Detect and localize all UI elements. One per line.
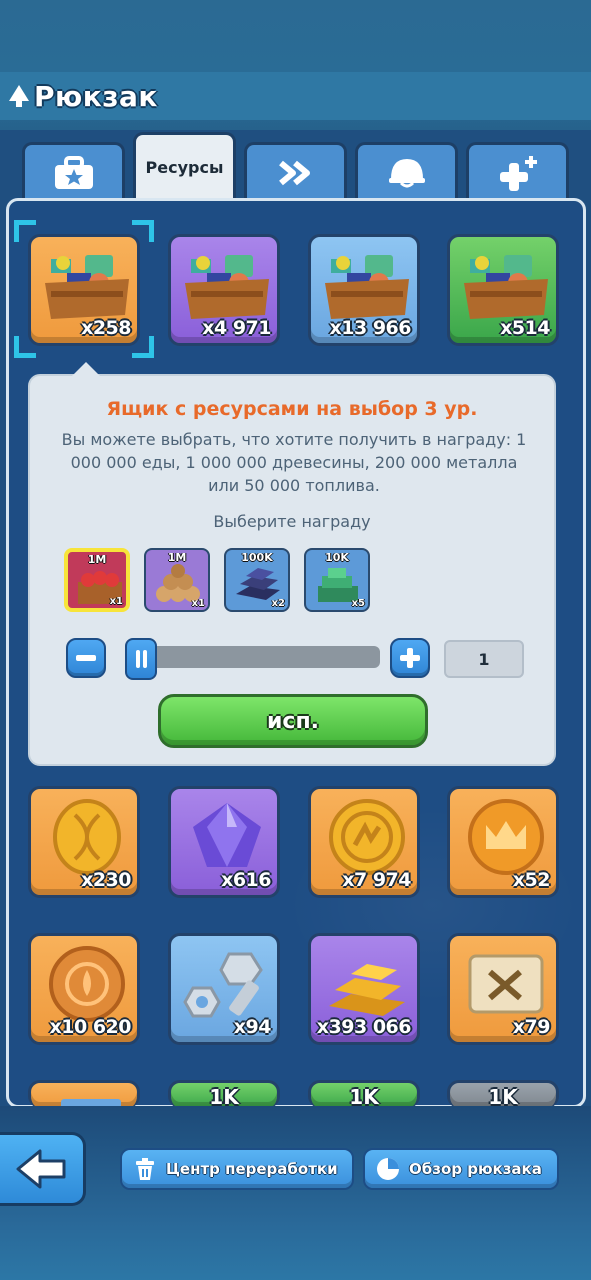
reward-multiplier: x1 xyxy=(191,598,205,609)
item-count: x230 xyxy=(81,869,131,891)
bolt-nut-icon xyxy=(183,952,263,1018)
blueprint-scroll-icon xyxy=(468,954,544,1014)
inventory-item-crown-coin[interactable]: x52 xyxy=(447,786,559,898)
inventory-item-gold-coin[interactable]: x7 974 xyxy=(308,786,420,898)
tab-boosts[interactable] xyxy=(466,142,569,200)
inventory-item-blueprint[interactable]: x79 xyxy=(447,933,559,1045)
choose-reward-label: Выберите награду xyxy=(213,512,371,531)
double-chevron-right-icon xyxy=(278,160,310,185)
reward-amount: 10K xyxy=(325,551,349,564)
inventory-item-partial[interactable] xyxy=(28,1080,140,1108)
resource-crate-icon xyxy=(464,255,548,319)
reward-amount: 1M xyxy=(87,553,107,566)
tab-resources[interactable]: Ресурсы xyxy=(133,132,236,200)
inventory-item-partial[interactable]: 1K xyxy=(168,1080,280,1108)
backpack-overview-label: Обзор рюкзака xyxy=(409,1160,542,1178)
inventory-item-bronze-coin[interactable]: x10 620 xyxy=(28,933,140,1045)
item-count: x13 966 xyxy=(329,317,412,339)
popup-description: Вы можете выбрать, что хотите получить в… xyxy=(61,430,527,495)
recycling-center-label: Центр переработки xyxy=(166,1160,338,1178)
item-count: x94 xyxy=(233,1016,272,1038)
item-count: x514 xyxy=(500,317,550,339)
item-details-popup: Ящик с ресурсами на выбор 3 ур. Вы может… xyxy=(28,362,556,766)
inventory-item-resource-crate[interactable]: x4 971 xyxy=(168,234,280,346)
tab-resources-label: Ресурсы xyxy=(145,158,224,177)
reward-multiplier: x5 xyxy=(351,598,365,609)
inventory-item-gem[interactable]: x616 xyxy=(168,786,280,898)
inventory-item-bolt-nut[interactable]: x94 xyxy=(168,933,280,1045)
reward-option-metal[interactable]: 100K x2 xyxy=(224,548,290,612)
briefcase-star-icon xyxy=(54,155,93,189)
increase-button[interactable] xyxy=(390,638,430,678)
backpack-overview-button[interactable]: Обзор рюкзака xyxy=(363,1148,559,1190)
use-button-label: исп. xyxy=(266,708,319,734)
item-count: x393 066 xyxy=(316,1016,412,1038)
item-count: x258 xyxy=(81,317,131,339)
gold-coin-icon xyxy=(329,799,405,875)
item-count: x7 974 xyxy=(342,869,411,891)
reward-multiplier: x1 xyxy=(109,596,123,607)
item-count: x10 620 xyxy=(49,1016,132,1038)
item-label: 1K xyxy=(349,1085,379,1108)
item-count: x4 971 xyxy=(202,317,271,339)
quantity-slider-row: 1 xyxy=(66,638,526,680)
helmet-icon xyxy=(388,158,425,187)
popup-title: Ящик с ресурсами на выбор 3 ур. xyxy=(106,398,478,420)
inventory-item-gold-bars[interactable]: x393 066 xyxy=(308,933,420,1045)
quantity-field[interactable]: 1 xyxy=(444,640,524,678)
reward-option-fuel[interactable]: 10K x5 xyxy=(304,548,370,612)
back-button[interactable] xyxy=(0,1132,86,1206)
footer-bar xyxy=(0,1106,591,1280)
resource-crate-icon xyxy=(185,255,269,319)
resource-crate-icon xyxy=(45,255,129,319)
header: Рюкзак xyxy=(0,72,591,120)
purple-gem-icon xyxy=(193,803,261,867)
tab-bar: Ресурсы xyxy=(22,132,572,202)
minus-icon xyxy=(76,655,96,661)
inventory-item-partial[interactable]: 1K xyxy=(308,1080,420,1108)
inventory-item-resource-crate[interactable]: x13 966 xyxy=(308,234,420,346)
inventory-item-resource-crate[interactable]: x514 xyxy=(447,234,559,346)
item-count: x79 xyxy=(512,1016,551,1038)
reward-option-food[interactable]: 1M x1 xyxy=(64,548,130,612)
item-label: 1K xyxy=(488,1085,518,1108)
recycling-center-button[interactable]: Центр переработки xyxy=(120,1148,354,1190)
decrease-button[interactable] xyxy=(66,638,106,678)
gold-bars-icon xyxy=(329,964,405,1016)
tab-speedups[interactable] xyxy=(244,142,347,200)
page-title: Рюкзак xyxy=(34,79,158,113)
item-count: x52 xyxy=(512,869,551,891)
reward-multiplier: x2 xyxy=(271,598,285,609)
tab-gear[interactable] xyxy=(355,142,458,200)
pie-chart-icon xyxy=(377,1158,399,1180)
bronze-coin-icon xyxy=(49,946,125,1022)
tree-icon xyxy=(8,83,30,109)
crown-coin-icon xyxy=(468,799,544,875)
reward-amount: 1M xyxy=(167,551,187,564)
reward-option-wood[interactable]: 1M x1 xyxy=(144,548,210,612)
reward-amount: 100K xyxy=(241,551,273,564)
quantity-slider-thumb[interactable] xyxy=(125,638,158,680)
dna-coin-icon xyxy=(53,799,121,875)
tab-equipment[interactable] xyxy=(22,142,125,200)
inventory-item-partial[interactable]: 1K xyxy=(447,1080,559,1108)
item-count: x616 xyxy=(221,869,271,891)
item-label: 1K xyxy=(209,1085,239,1108)
back-arrow-icon xyxy=(16,1149,65,1189)
resource-crate-icon xyxy=(325,255,409,319)
trash-icon xyxy=(136,1158,154,1180)
plus-sparkle-icon xyxy=(499,155,537,191)
use-button[interactable]: исп. xyxy=(158,694,428,748)
inventory-item-dna-coin[interactable]: x230 xyxy=(28,786,140,898)
quantity-slider-track[interactable] xyxy=(126,646,380,668)
inventory-item-resource-crate[interactable]: x258 xyxy=(28,234,140,346)
